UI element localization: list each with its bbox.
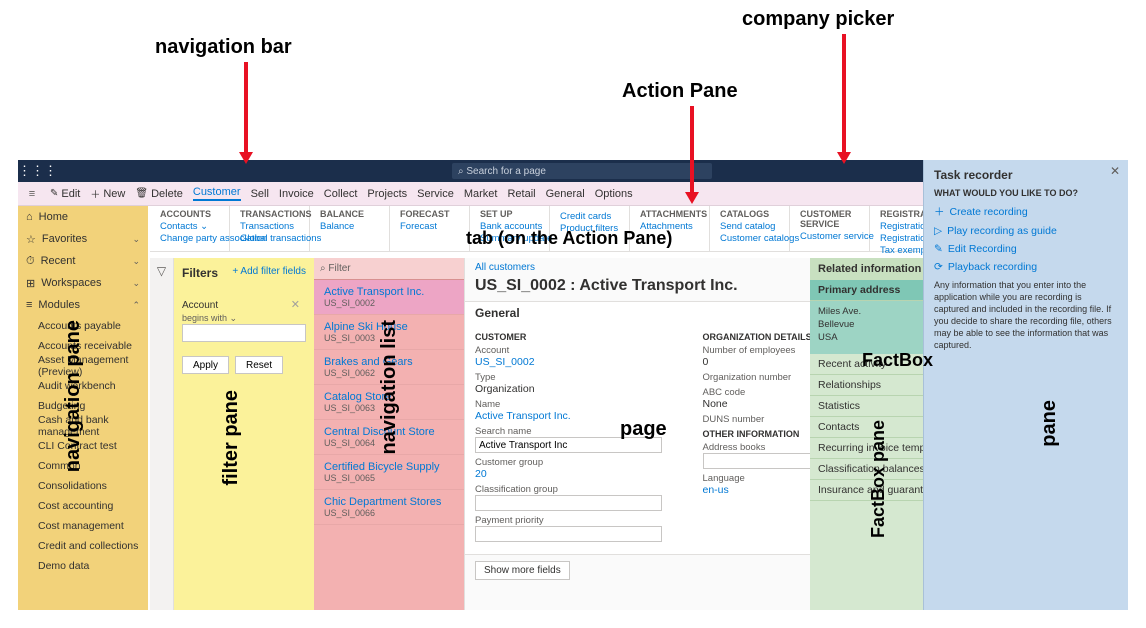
list-filter[interactable]: ⌕ Filter xyxy=(314,258,464,280)
nav-pane-item[interactable]: ☆Favorites⌄ xyxy=(18,228,148,250)
list-item[interactable]: Certified Bicycle SupplyUS_SI_0065 xyxy=(314,455,464,490)
search-placeholder: Search for a page xyxy=(466,166,546,177)
hamburger-icon[interactable]: ≡ xyxy=(24,188,40,200)
list-item[interactable]: Catalog StoreUS_SI_0063 xyxy=(314,385,464,420)
action-pane-link[interactable]: Customer service xyxy=(800,231,859,243)
task-option[interactable]: ✎Edit Recording xyxy=(934,243,1118,255)
search-name-input[interactable] xyxy=(475,437,662,453)
filter-toggle[interactable]: ▽ xyxy=(150,258,174,610)
apply-button[interactable]: Apply xyxy=(182,356,229,374)
action-pane-link[interactable]: Contacts ⌄ xyxy=(160,221,219,233)
task-desc: Any information that you enter into the … xyxy=(934,279,1118,351)
nav-module-item[interactable]: Budgeting xyxy=(18,396,148,416)
nav-module-item[interactable]: Common xyxy=(18,456,148,476)
action-pane-link[interactable]: Customer catalogs xyxy=(720,233,779,245)
add-filter-link[interactable]: + Add filter fields xyxy=(232,266,306,277)
global-search[interactable]: ⌕ Search for a page xyxy=(452,163,712,179)
action-pane-link[interactable]: Transactions xyxy=(240,221,299,233)
tab-general[interactable]: General xyxy=(546,188,585,200)
nav-pane-item[interactable]: ⊞Workspaces⌄ xyxy=(18,272,148,294)
action-pane-group: TRANSACTIONSTransactionsGlobal transacti… xyxy=(230,206,310,251)
action-pane-link[interactable]: Balance xyxy=(320,221,379,233)
action-pane-link[interactable]: Global transactions xyxy=(240,233,299,245)
list-item[interactable]: Central Discount StoreUS_SI_0064 xyxy=(314,420,464,455)
nav-module-item[interactable]: CLI Contract test xyxy=(18,436,148,456)
tab-invoice[interactable]: Invoice xyxy=(279,188,314,200)
action-pane-group: Credit cardsProduct filters xyxy=(550,206,630,251)
action-pane-group: SET UPBank accountsSummary update xyxy=(470,206,550,251)
nav-module-item[interactable]: Cost management xyxy=(18,516,148,536)
new-button[interactable]: ＋New xyxy=(90,186,125,201)
clear-filter-icon[interactable]: ✕ xyxy=(291,298,300,311)
tab-sell[interactable]: Sell xyxy=(251,188,269,200)
list-item[interactable]: Chic Department StoresUS_SI_0066 xyxy=(314,490,464,525)
funnel-icon: ▽ xyxy=(157,264,166,610)
nav-module-item[interactable]: Demo data xyxy=(18,556,148,576)
payment-priority-input[interactable] xyxy=(475,526,662,542)
tab-collect[interactable]: Collect xyxy=(324,188,358,200)
action-pane-link[interactable]: Forecast xyxy=(400,221,459,233)
nav-module-item[interactable]: Cash and bank management xyxy=(18,416,148,436)
tab-market[interactable]: Market xyxy=(464,188,498,200)
annotation-nav-bar: navigation bar xyxy=(155,36,292,59)
tab-options[interactable]: Options xyxy=(595,188,633,200)
task-question: WHAT WOULD YOU LIKE TO DO? xyxy=(934,188,1118,198)
close-pane-icon[interactable]: ✕ xyxy=(1110,164,1120,178)
nav-module-item[interactable]: Audit workbench xyxy=(18,376,148,396)
edit-button[interactable]: ✎Edit xyxy=(50,188,80,200)
action-pane-link[interactable]: Product filters xyxy=(560,223,619,235)
action-pane-link[interactable]: Send catalog xyxy=(720,221,779,233)
tab-retail[interactable]: Retail xyxy=(507,188,535,200)
nav-module-item[interactable]: Cost accounting xyxy=(18,496,148,516)
task-option[interactable]: ▷Play recording as guide xyxy=(934,225,1118,237)
filter-title: Filters xyxy=(182,266,218,280)
action-pane-link[interactable]: Bank accounts xyxy=(480,221,539,233)
task-recorder-title: Task recorder xyxy=(934,168,1118,182)
action-pane-group: ATTACHMENTSAttachments xyxy=(630,206,710,251)
waffle-icon[interactable]: ⋮⋮⋮ xyxy=(18,163,48,179)
action-pane-link[interactable]: Attachments xyxy=(640,221,699,233)
show-more-button[interactable]: Show more fields xyxy=(475,561,570,580)
tab-service[interactable]: Service xyxy=(417,188,454,200)
action-pane-link[interactable]: Summary update xyxy=(480,233,539,245)
action-pane-group: FORECASTForecast xyxy=(390,206,470,251)
nav-module-item[interactable]: Consolidations xyxy=(18,476,148,496)
nav-pane-item[interactable]: ⏱Recent⌄ xyxy=(18,250,148,272)
action-pane-group: ACCOUNTSContacts ⌄Change party associati… xyxy=(150,206,230,251)
nav-module-item[interactable]: Credit and collections xyxy=(18,536,148,556)
tab-customer[interactable]: Customer xyxy=(193,186,241,201)
reset-button[interactable]: Reset xyxy=(235,356,283,374)
list-item[interactable]: Brakes and GearsUS_SI_0062 xyxy=(314,350,464,385)
delete-button[interactable]: 🗑Delete xyxy=(135,188,183,200)
navigation-pane: ⌂Home☆Favorites⌄⏱Recent⌄⊞Workspaces⌄≡Mod… xyxy=(18,206,148,610)
task-option[interactable]: ⟳Playback recording xyxy=(934,261,1118,273)
navigation-list: ⌕ Filter Active Transport Inc.US_SI_0002… xyxy=(314,258,464,610)
action-pane-group: CATALOGSSend catalogCustomer catalogs xyxy=(710,206,790,251)
search-icon: ⌕ xyxy=(458,166,464,177)
filter-field-hint: begins with ⌄ xyxy=(182,313,237,323)
action-pane-group: BALANCEBalance xyxy=(310,206,390,251)
action-pane-link[interactable]: Change party association xyxy=(160,233,219,245)
list-item[interactable]: Alpine Ski HouseUS_SI_0003 xyxy=(314,315,464,350)
tab-projects[interactable]: Projects xyxy=(367,188,407,200)
nav-module-item[interactable]: Accounts payable xyxy=(18,316,148,336)
section-customer: CUSTOMER xyxy=(475,332,683,342)
action-pane-group: CUSTOMER SERVICECustomer service xyxy=(790,206,870,251)
nav-pane-item[interactable]: ⌂Home xyxy=(18,206,148,228)
list-item[interactable]: Active Transport Inc.US_SI_0002 xyxy=(314,280,464,315)
nav-module-item[interactable]: Asset Management (Preview) xyxy=(18,356,148,376)
task-option[interactable]: ＋Create recording xyxy=(934,204,1118,219)
nav-module-item[interactable]: Accounts receivable xyxy=(18,336,148,356)
filter-field-label: Account xyxy=(182,300,306,311)
filter-input[interactable] xyxy=(182,324,306,342)
nav-pane-item[interactable]: ≡Modules⌃ xyxy=(18,294,148,316)
annotation-action-pane: Action Pane xyxy=(622,80,738,103)
account-value[interactable]: US_SI_0002 xyxy=(475,356,535,368)
action-pane: ACCOUNTSContacts ⌄Change party associati… xyxy=(150,206,920,252)
action-pane-link[interactable]: Credit cards xyxy=(560,211,619,223)
annotation-company-picker: company picker xyxy=(742,8,894,31)
classification-input[interactable] xyxy=(475,495,662,511)
filter-pane: Filters + Add filter fields Account begi… xyxy=(174,258,314,610)
task-recorder-pane: ✕ Task recorder WHAT WOULD YOU LIKE TO D… xyxy=(923,160,1128,610)
